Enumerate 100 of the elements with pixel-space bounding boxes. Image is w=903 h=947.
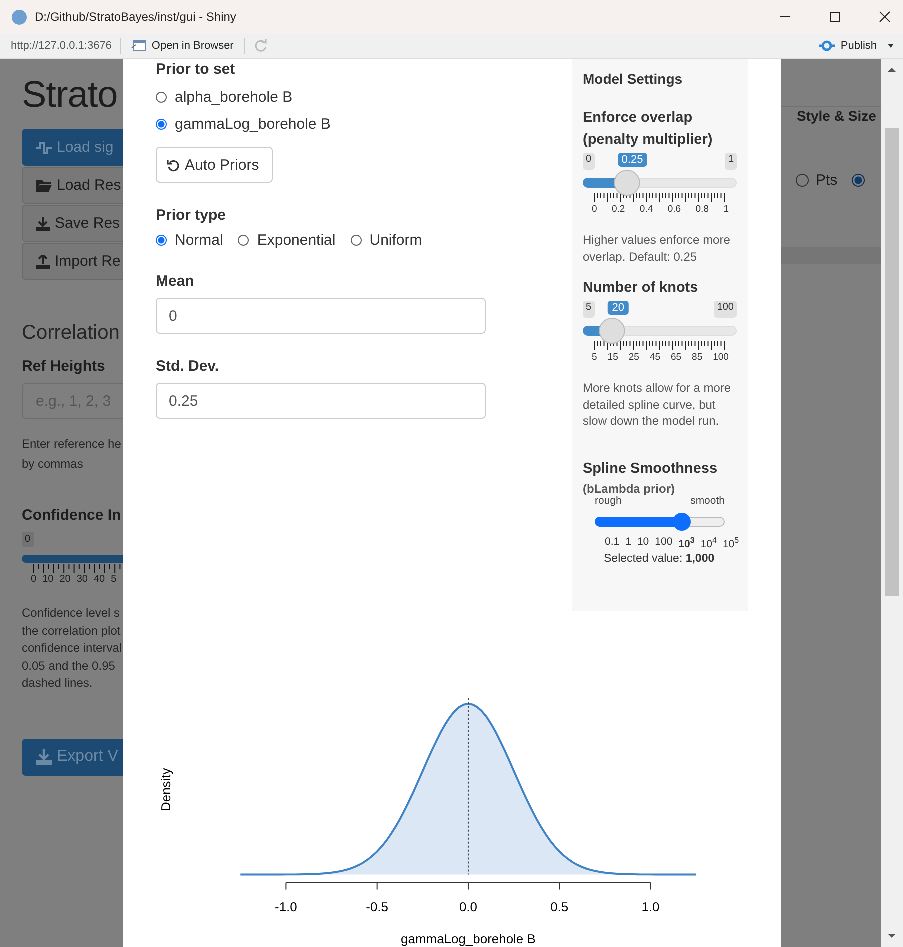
undo-icon <box>167 158 180 172</box>
section-title: Style & Size <box>797 108 878 124</box>
field-label: Mean <box>156 273 196 290</box>
tick-label: 40 <box>94 574 106 585</box>
tick-label: 0.0 <box>459 900 478 916</box>
slider-track[interactable] <box>583 318 737 344</box>
slider-handle[interactable] <box>672 512 691 530</box>
axis-title: gammaLog_borehole B <box>401 932 536 947</box>
tick-label: 0.6 <box>668 204 682 215</box>
radio-option[interactable]: Uniform <box>350 232 422 249</box>
tick-label: 0.2 <box>612 204 626 215</box>
slider-max-label: 1 <box>725 153 737 170</box>
tick-label: 30 <box>76 574 88 585</box>
scale-end-label: rough <box>595 496 622 506</box>
url-text: http://127.0.0.1:3676 <box>11 40 112 52</box>
slider-min-label: 0 <box>583 153 595 170</box>
caret-icon[interactable] <box>887 43 895 49</box>
tick-label: 0 <box>31 574 37 585</box>
axis-title: Density <box>158 768 174 812</box>
std-dev-field[interactable]: 0.25 <box>156 383 486 419</box>
tick-label: 15 <box>608 352 618 363</box>
sidebar-button[interactable]: Save Res <box>22 205 123 242</box>
slider-min-label: 0 <box>22 532 34 547</box>
scroll-down-icon[interactable] <box>888 933 896 939</box>
tick-label: 0.4 <box>640 204 654 215</box>
download-icon <box>36 216 50 230</box>
upload-icon <box>36 254 50 268</box>
radio-option[interactable]: Exponential <box>238 232 336 249</box>
slider-handle[interactable] <box>614 170 640 196</box>
slider-label: Number of knots <box>583 279 700 298</box>
tick-label: 85 <box>692 352 703 363</box>
tick-label: 0.1 <box>605 536 620 550</box>
tick-label: 1 <box>626 536 632 550</box>
tick-label: 0 <box>592 204 598 215</box>
scrollbar[interactable] <box>881 59 903 947</box>
tick-label: 5 <box>592 352 598 363</box>
help-text: Enter reference he <box>22 436 122 453</box>
tick-label: 0.5 <box>550 900 569 916</box>
slider-label: Enforce overlap (penalty multiplier) <box>583 109 714 150</box>
tick-label: 25 <box>628 352 640 363</box>
tick-label: 65 <box>670 352 682 363</box>
tick-label: 10 <box>637 536 650 550</box>
radio-option[interactable] <box>852 172 865 189</box>
tick-label: 1 <box>724 204 729 215</box>
app-logo-icon <box>12 10 27 24</box>
tick-label: 100 <box>713 352 729 363</box>
mean-field[interactable]: 0 <box>156 298 486 334</box>
maximize-icon[interactable] <box>829 11 841 23</box>
tick-label: 10$^{4}$ <box>700 536 717 550</box>
auto-priors-button[interactable]: Auto Priors <box>156 147 274 183</box>
tick-label: -0.5 <box>366 900 389 916</box>
tick-label: 5 <box>111 574 117 585</box>
slider-track[interactable] <box>583 170 737 196</box>
slider-min-label: 5 <box>583 301 595 318</box>
radio-option[interactable]: Normal <box>156 232 224 249</box>
close-icon[interactable] <box>879 11 891 23</box>
slider-value-label: 20 <box>608 301 628 315</box>
field-label: Confidence In <box>22 507 122 524</box>
scroll-up-icon[interactable] <box>888 67 896 73</box>
open-in-browser-button[interactable]: Open in Browser <box>128 39 236 53</box>
field-label: Ref Heights <box>22 358 106 375</box>
scale-end-label: smooth <box>690 496 725 506</box>
tick-label: 100 <box>655 536 673 550</box>
help-text: dashed lines. <box>22 675 94 692</box>
help-text: by commas <box>22 456 84 473</box>
slider-track[interactable] <box>595 512 725 530</box>
section-title: Correlation <box>22 322 121 345</box>
tick-label: 20 <box>60 574 71 585</box>
slider-handle[interactable] <box>600 318 626 344</box>
app-title: Strato <box>22 74 119 117</box>
window-title: D:/Github/StratoBayes/inst/gui - Shiny <box>35 10 236 24</box>
slider-track[interactable] <box>22 555 123 563</box>
selected-value-text: Selected value: 1,000 <box>604 553 716 565</box>
tick-label: 45 <box>650 352 660 363</box>
radio-option[interactable]: gammaLog_borehole B <box>156 111 572 138</box>
slider-value-label: 0.25 <box>618 153 648 167</box>
help-text: the correlation plot <box>22 622 122 640</box>
help-text: Higher values enforce more overlap. Default: 0.25 <box>583 232 732 265</box>
download-icon <box>36 749 52 765</box>
sidebar-button[interactable]: Import Re <box>22 243 123 280</box>
publish-icon <box>818 39 836 53</box>
help-text: More knots allow for a more detailed spline curve, but slow down the model run. <box>583 380 732 430</box>
tick-label: 10$^{5}$ <box>722 536 740 550</box>
field-label: Prior type <box>156 207 228 224</box>
radio-option[interactable]: Pts <box>796 172 838 189</box>
sidebar-button[interactable]: Load Res <box>22 167 123 204</box>
publish-button[interactable]: Publish <box>816 39 879 53</box>
panel-title: Model Settings <box>583 71 684 87</box>
radio-option[interactable]: alpha_borehole B <box>156 84 572 111</box>
field-label: Std. Dev. <box>156 358 220 375</box>
tick-label: -1.0 <box>275 900 298 916</box>
folder-icon <box>36 179 52 192</box>
tick-label: 1.0 <box>642 900 660 916</box>
help-text: confidence interval <box>22 640 123 657</box>
tick-label: 10$^{3}$ <box>678 536 695 550</box>
slider-subtitle: (bLambda prior) <box>583 482 676 496</box>
field-label: Prior to set <box>156 61 236 78</box>
signal-icon <box>36 140 52 154</box>
help-text: 0.05 and the 0.95 <box>22 658 116 674</box>
slider-max-label: 100 <box>714 301 737 318</box>
